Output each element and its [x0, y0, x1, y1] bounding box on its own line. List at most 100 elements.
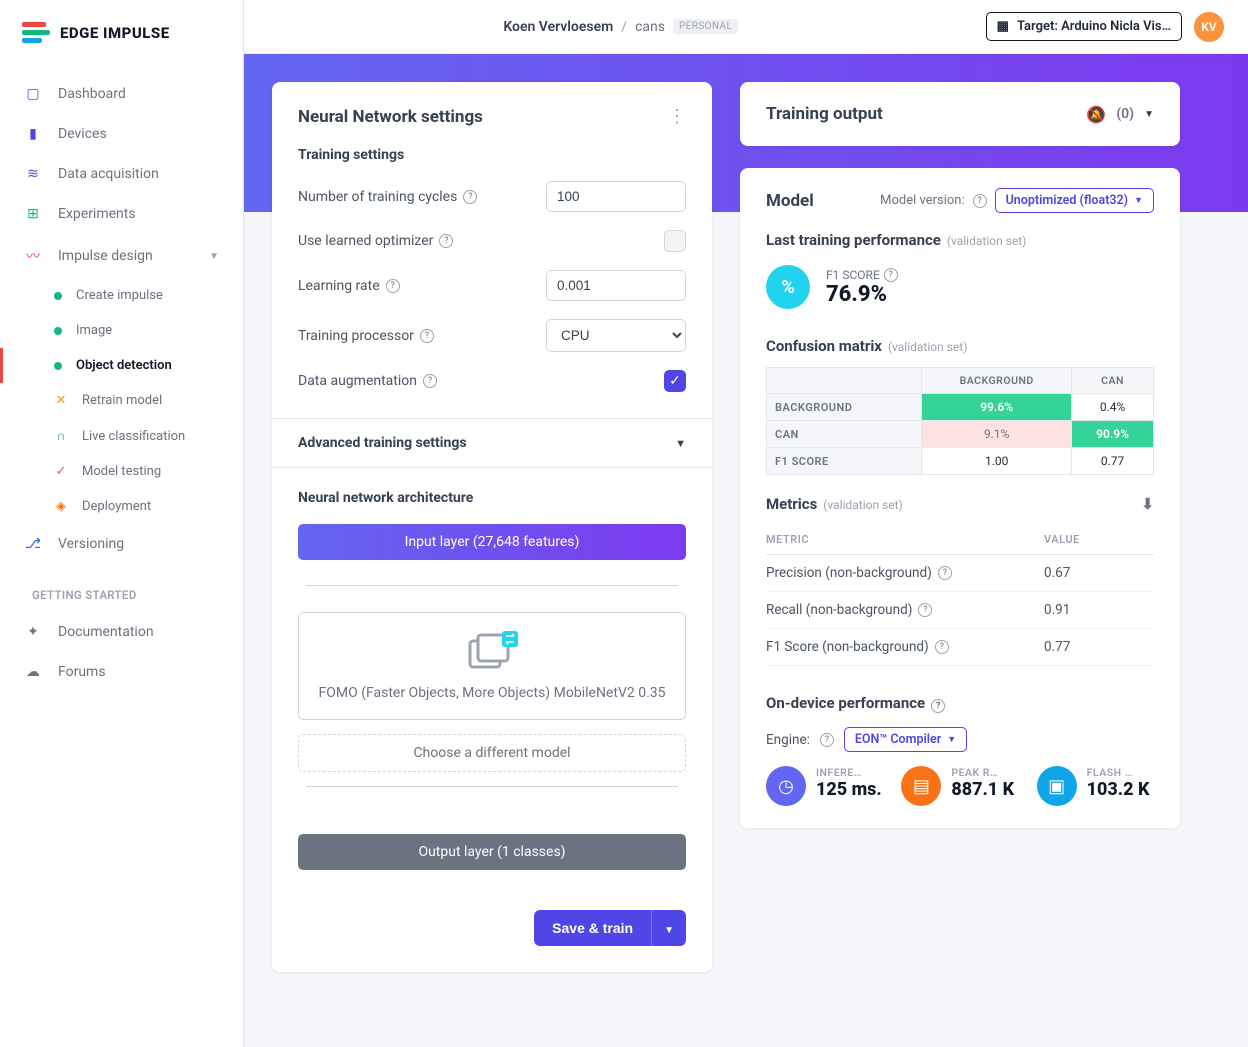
sidebar-item-documentation[interactable]: ✦ Documentation [8, 612, 235, 652]
image-swap-icon [466, 631, 518, 673]
user-avatar[interactable]: KV [1194, 12, 1224, 42]
breadcrumb-project[interactable]: cans [635, 19, 665, 35]
chip-icon: ▦ [997, 19, 1009, 34]
sidebar-label: Experiments [58, 206, 136, 222]
help-icon[interactable]: ? [463, 190, 477, 204]
sidebar-item-model-testing[interactable]: ✓ Model testing [38, 454, 235, 489]
chevron-down-icon[interactable]: ▼ [1144, 109, 1154, 120]
chevron-down-icon: ▼ [209, 251, 219, 262]
monitor-icon: ▢ [24, 86, 42, 102]
subsection-title: Confusion matrix [766, 337, 882, 355]
sidebar-item-forums[interactable]: ☁ Forums [8, 652, 235, 692]
help-icon[interactable]: ? [820, 733, 834, 747]
training-output-card: Training output 🔕 (0) ▼ [740, 82, 1180, 146]
perf-ram: ▤ PEAK R… 887.1 K [901, 766, 1018, 806]
help-icon[interactable]: ? [386, 279, 400, 293]
training-processor-select[interactable]: CPU [546, 319, 686, 352]
help-icon[interactable]: ? [935, 640, 949, 654]
data-augmentation-checkbox[interactable]: ✓ [664, 370, 686, 392]
logo-text: EDGE IMPULSE [60, 24, 170, 42]
clock-icon: ◷ [766, 766, 806, 806]
help-icon[interactable]: ? [884, 268, 898, 282]
help-icon[interactable]: ? [439, 234, 453, 248]
model-block[interactable]: FOMO (Faster Objects, More Objects) Mobi… [298, 612, 686, 720]
branch-icon: ⎇ [24, 536, 42, 552]
chevron-down-icon: ▼ [664, 925, 674, 936]
sidebar-item-versioning[interactable]: ⎇ Versioning [8, 524, 235, 564]
sidebar-label: Devices [58, 126, 107, 142]
help-icon[interactable]: ? [938, 566, 952, 580]
help-icon[interactable]: ? [931, 699, 945, 713]
percent-icon: % [766, 265, 810, 309]
shuffle-icon: ✕ [54, 393, 68, 408]
output-layer[interactable]: Output layer (1 classes) [298, 834, 686, 870]
sidebar-item-object-detection[interactable]: Object detection [38, 348, 235, 383]
model-card: Model Model version: ? Unoptimized (floa… [740, 168, 1180, 828]
save-train-button[interactable]: Save & train [534, 910, 651, 946]
sidebar-item-deployment[interactable]: ◈ Deployment [38, 489, 235, 524]
engine-select[interactable]: EON™ Compiler ▼ [844, 727, 967, 752]
card-title: Model [766, 191, 814, 211]
learning-rate-input[interactable] [546, 270, 686, 301]
rocket-icon: ✦ [24, 624, 42, 640]
perf-inference: ◷ INFERE… 125 ms. [766, 766, 883, 806]
model-version-select[interactable]: Unoptimized (float32) ▼ [995, 188, 1154, 213]
download-icon[interactable]: ⬇ [1141, 495, 1154, 513]
help-icon[interactable]: ? [918, 603, 932, 617]
learned-optimizer-checkbox[interactable] [664, 230, 686, 252]
logo[interactable]: EDGE IMPULSE [0, 0, 243, 74]
sidebar-label: Data acquisition [58, 166, 159, 182]
breadcrumb-owner[interactable]: Koen Vervloesem [503, 19, 613, 35]
status-dot-icon [54, 362, 62, 370]
f1-score-value: 76.9% [826, 282, 898, 307]
box-icon: ◈ [54, 499, 68, 514]
training-cycles-input[interactable] [546, 181, 686, 212]
label-learned-optimizer: Use learned optimizer ? [298, 233, 664, 249]
advanced-settings-toggle[interactable]: Advanced training settings ▼ [272, 418, 712, 467]
card-menu-icon[interactable]: ⋮ [668, 106, 686, 127]
shield-check-icon: ✓ [54, 464, 68, 479]
sidebar-item-image[interactable]: Image [38, 313, 235, 348]
chip-icon: ▮ [24, 126, 42, 142]
help-icon[interactable]: ? [420, 329, 434, 343]
sidebar-label: Versioning [58, 536, 124, 552]
topbar: Koen Vervloesem / cans PERSONAL ▦ Target… [244, 0, 1248, 54]
memory-icon: ▤ [901, 766, 941, 806]
status-dot-icon [54, 327, 62, 335]
breadcrumb-tag: PERSONAL [673, 19, 738, 34]
sidebar-label: Dashboard [58, 86, 126, 102]
help-icon[interactable]: ? [973, 194, 987, 208]
metric-row: F1 Score (non-background) ? 0.77 [766, 629, 1154, 666]
chevron-down-icon: ▼ [1134, 195, 1143, 206]
metric-row: Precision (non-background) ? 0.67 [766, 555, 1154, 592]
sidebar: EDGE IMPULSE ▢ Dashboard ▮ Devices ≋ Dat… [0, 0, 244, 1047]
save-train-dropdown[interactable]: ▼ [651, 910, 686, 946]
target-selector[interactable]: ▦ Target: Arduino Nicla Vis… [986, 12, 1182, 41]
logo-icon [22, 22, 50, 44]
sidebar-item-devices[interactable]: ▮ Devices [8, 114, 235, 154]
confusion-matrix: BACKGROUND CAN BACKGROUND 99.6% 0.4% CAN… [766, 367, 1154, 475]
bell-off-icon[interactable]: 🔕 [1086, 105, 1106, 124]
sidebar-item-impulse-design[interactable]: 〰 Impulse design ▼ [8, 234, 235, 278]
status-dot-icon [54, 292, 62, 300]
subsection-title: Metrics [766, 495, 817, 513]
sidebar-section-title: GETTING STARTED [32, 588, 211, 602]
metric-row: Recall (non-background) ? 0.91 [766, 592, 1154, 629]
help-icon[interactable]: ? [423, 374, 437, 388]
breadcrumb: Koen Vervloesem / cans PERSONAL [268, 19, 974, 35]
sidebar-item-retrain-model[interactable]: ✕ Retrain model [38, 383, 235, 418]
choose-model-button[interactable]: Choose a different model [298, 734, 686, 772]
input-layer[interactable]: Input layer (27,648 features) [298, 524, 686, 560]
sidebar-label: Impulse design [58, 248, 153, 264]
subsection-title: Last training performance [766, 231, 941, 249]
sidebar-item-dashboard[interactable]: ▢ Dashboard [8, 74, 235, 114]
sidebar-item-experiments[interactable]: ⊞ Experiments [8, 194, 235, 234]
perf-flash: ▣ FLASH … 103.2 K [1037, 766, 1154, 806]
section-title: Training settings [298, 147, 686, 163]
sidebar-item-live-classification[interactable]: ∩ Live classification [38, 418, 235, 454]
sidebar-item-create-impulse[interactable]: Create impulse [38, 278, 235, 313]
label-training-processor: Training processor ? [298, 328, 546, 344]
sidebar-item-data-acquisition[interactable]: ≋ Data acquisition [8, 154, 235, 194]
section-title: Neural network architecture [298, 490, 686, 506]
model-name: FOMO (Faster Objects, More Objects) Mobi… [319, 685, 666, 701]
